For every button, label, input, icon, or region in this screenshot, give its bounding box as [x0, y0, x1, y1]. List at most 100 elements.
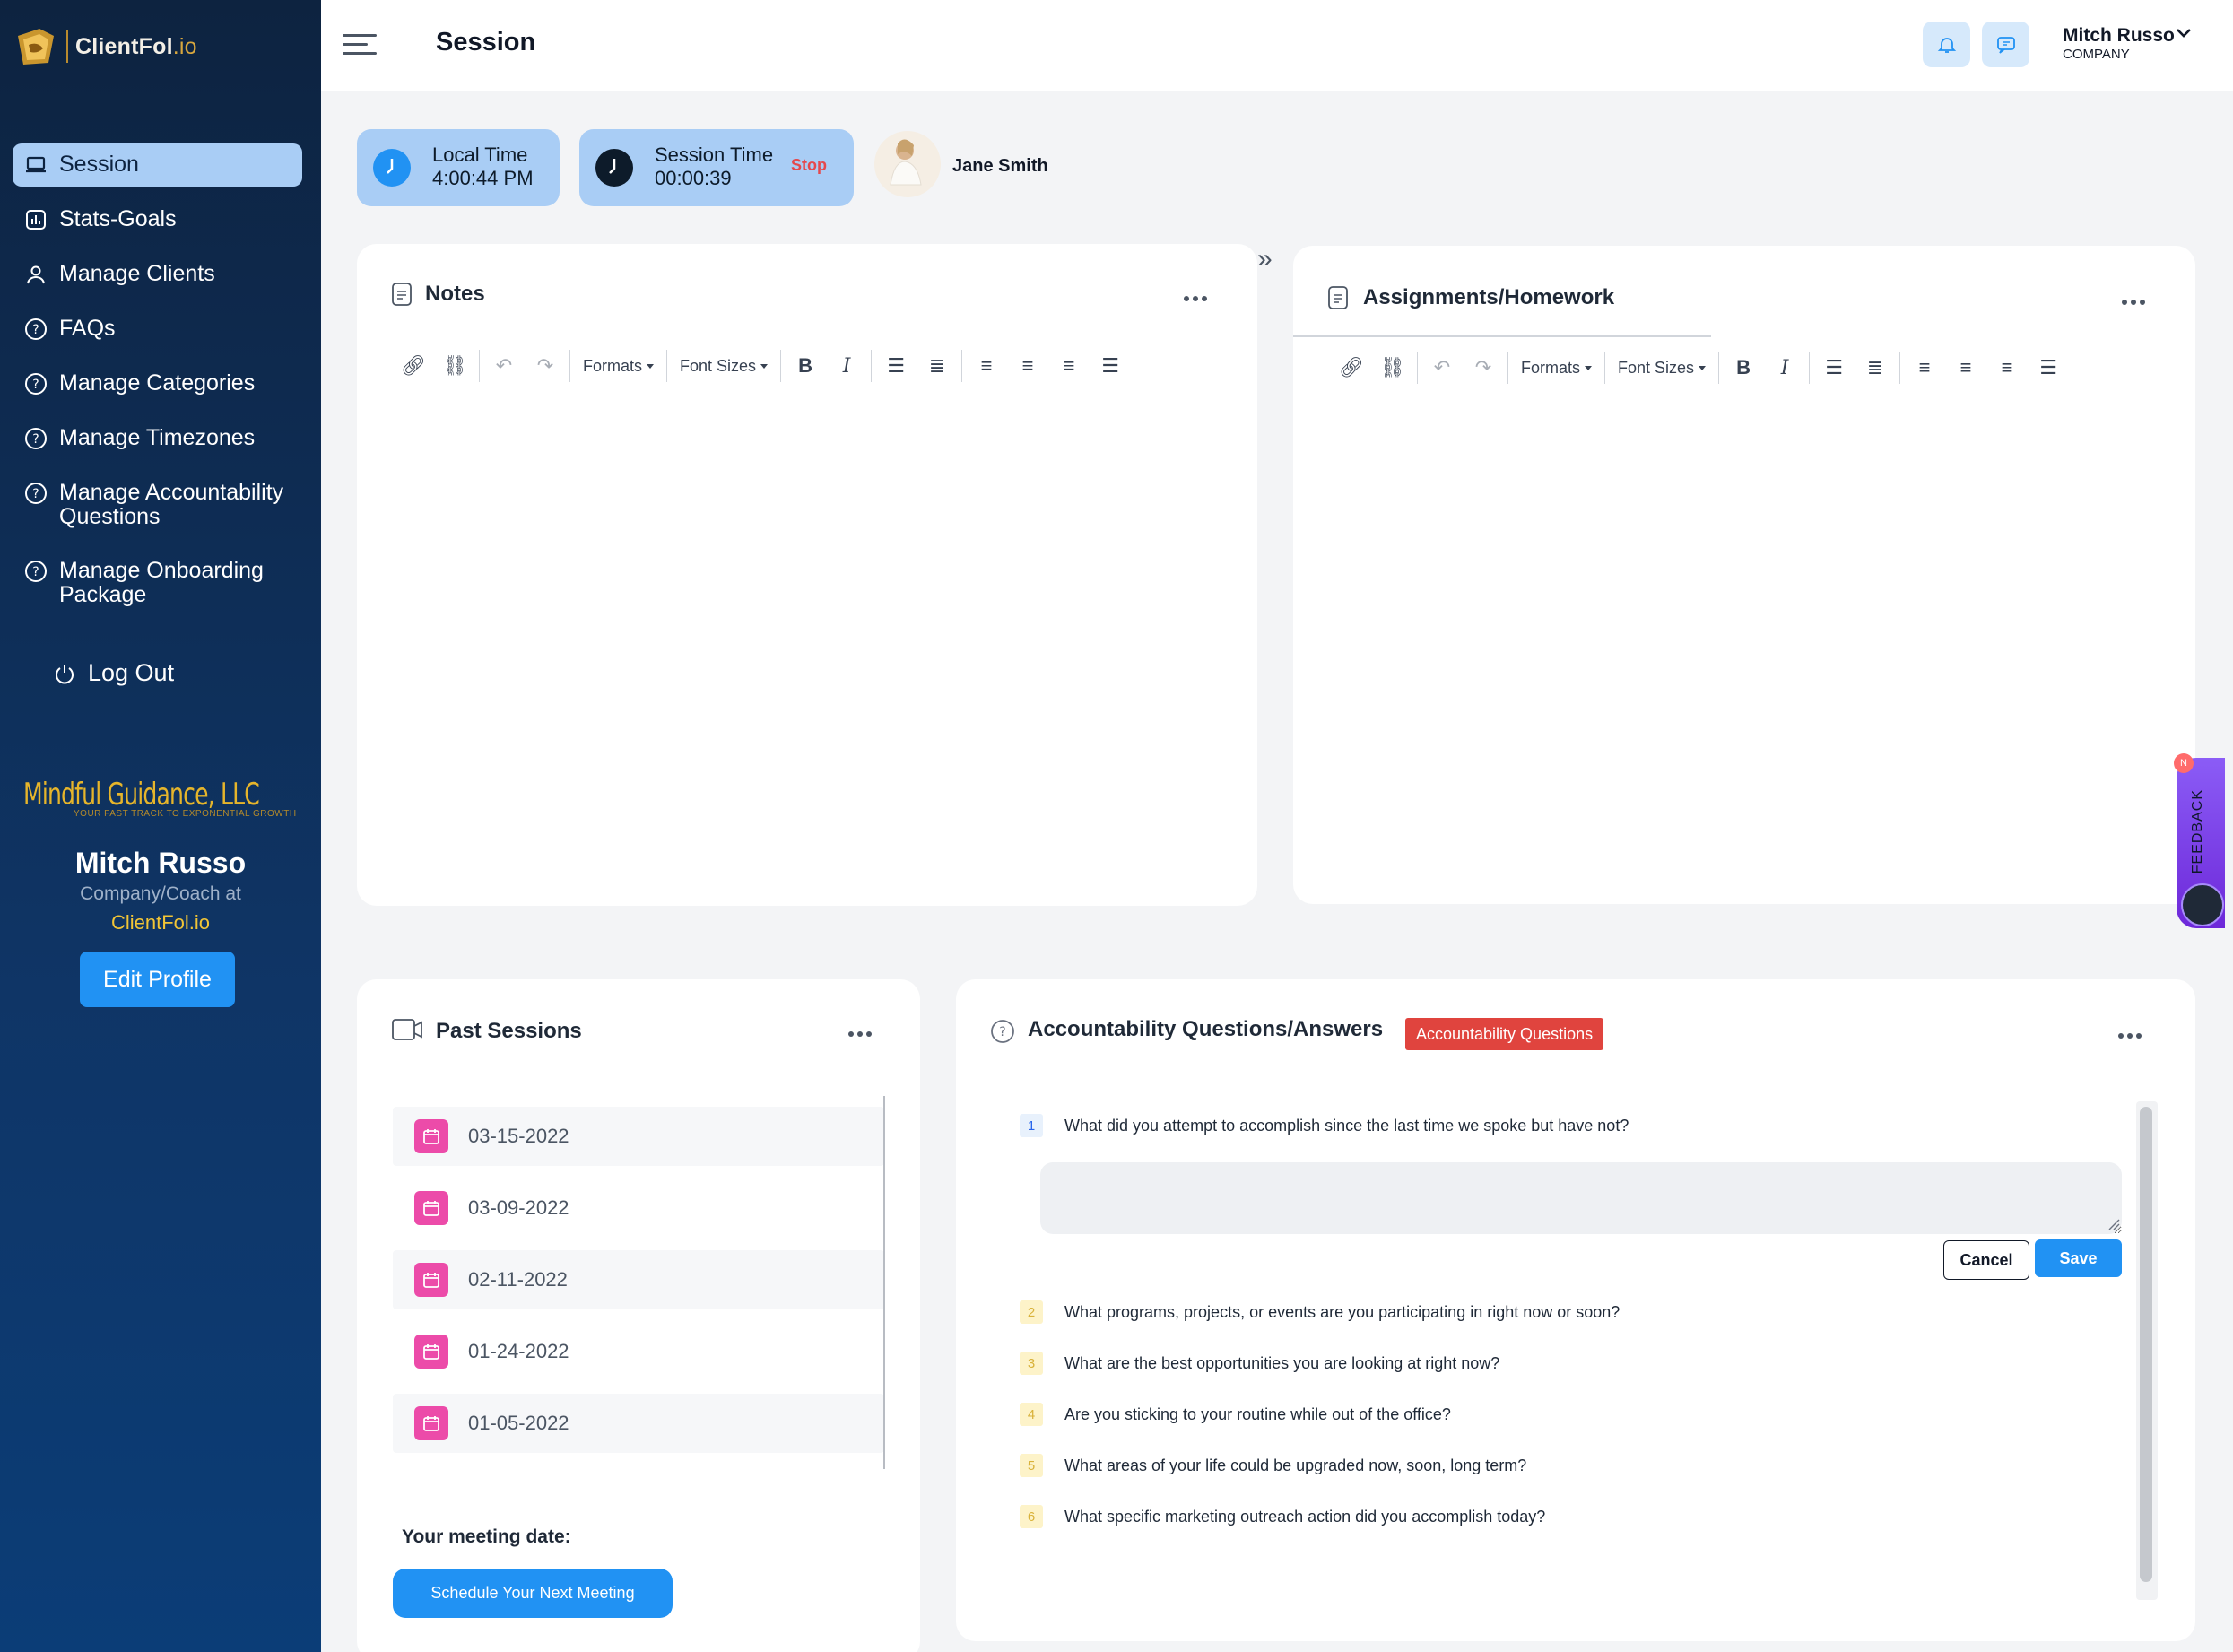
session-time-label: Session Time — [655, 143, 774, 166]
sidebar-item-manage-categories[interactable]: ? Manage Categories — [13, 362, 302, 405]
italic-button[interactable]: I — [826, 350, 867, 382]
assignments-editor-area[interactable] — [1331, 400, 2159, 866]
bold-button[interactable]: B — [785, 350, 826, 382]
accountability-more-icon[interactable] — [2118, 1033, 2142, 1039]
past-sessions-scrollbar[interactable] — [883, 1096, 885, 1469]
resize-handle-icon[interactable] — [2107, 1218, 2120, 1230]
client-avatar[interactable] — [874, 131, 941, 197]
bullet-list-icon[interactable]: ☰ — [1813, 352, 1855, 384]
session-row[interactable]: 03-09-2022 — [393, 1178, 884, 1238]
accountability-badge[interactable]: Accountability Questions — [1405, 1018, 1604, 1050]
question-text: What did you attempt to accomplish since… — [1064, 1116, 1629, 1135]
sidebar-item-label: Manage Timezones — [59, 425, 256, 450]
session-row[interactable]: 03-15-2022 — [393, 1107, 884, 1166]
logout-button[interactable]: Log Out — [13, 652, 302, 695]
org-name: Mindful Guidance, LLC — [23, 777, 260, 813]
svg-text:?: ? — [32, 432, 39, 447]
link-icon[interactable]: 🔗︎ — [1331, 352, 1372, 384]
notifications-button[interactable] — [1923, 22, 1970, 67]
bullet-list-icon[interactable]: ☰ — [875, 350, 917, 382]
align-left-icon[interactable]: ≡ — [966, 350, 1007, 382]
bold-button[interactable]: B — [1723, 352, 1764, 384]
sidebar-item-session[interactable]: Session — [13, 143, 302, 187]
toolbar-separator — [871, 350, 873, 382]
user-icon — [23, 262, 48, 287]
messages-button[interactable] — [1982, 22, 2029, 67]
local-time-label: Local Time — [432, 143, 528, 166]
assignments-editor-toolbar: 🔗︎ ⛓︎ ↶ ↷ Formats Font Sizes B I ☰ ≣ ≡ ≡… — [1331, 352, 2069, 384]
sidebar-item-label: Manage Categories — [59, 370, 256, 396]
undo-icon[interactable]: ↶ — [483, 350, 525, 382]
sidebar-item-manage-onboarding-package[interactable]: ? Manage Onboarding Package — [13, 550, 302, 616]
save-button[interactable]: Save — [2035, 1239, 2122, 1277]
double-chevron-right-icon[interactable]: » — [1257, 244, 1273, 274]
align-right-icon[interactable]: ≡ — [1048, 350, 1090, 382]
sidebar-item-label: Manage Onboarding Package — [59, 558, 264, 607]
schedule-meeting-button[interactable]: Schedule Your Next Meeting — [393, 1569, 673, 1618]
formats-dropdown[interactable]: Formats — [1512, 352, 1601, 384]
sidebar-item-manage-accountability-questions[interactable]: ? Manage Accountability Questions — [13, 472, 302, 538]
question-row[interactable]: 4 Are you sticking to your routine while… — [1020, 1403, 1451, 1426]
question-row[interactable]: 1 What did you attempt to accomplish sin… — [1020, 1114, 1629, 1137]
question-row[interactable]: 2 What programs, projects, or events are… — [1020, 1300, 1620, 1324]
profile-name: Mitch Russo — [74, 847, 247, 879]
notes-more-icon[interactable] — [1184, 296, 1207, 301]
svg-text:?: ? — [32, 487, 39, 501]
notes-editor-area[interactable] — [393, 398, 1221, 865]
user-name[interactable]: Mitch Russo — [2063, 25, 2175, 47]
formats-dropdown[interactable]: Formats — [574, 350, 663, 382]
question-number: 6 — [1020, 1505, 1043, 1528]
assignments-more-icon[interactable] — [2122, 300, 2145, 305]
sidebar-item-faqs[interactable]: ? FAQs — [13, 308, 302, 351]
sidebar-item-stats-goals[interactable]: Stats-Goals — [13, 198, 302, 241]
numbered-list-icon[interactable]: ≣ — [1855, 352, 1896, 384]
local-time-value: 4:00:44 PM — [432, 167, 534, 189]
question-row[interactable]: 6 What specific marketing outreach actio… — [1020, 1505, 1545, 1528]
font-sizes-dropdown[interactable]: Font Sizes — [671, 350, 777, 382]
italic-button[interactable]: I — [1764, 352, 1805, 384]
menu-toggle-icon[interactable] — [343, 34, 377, 59]
align-center-icon[interactable]: ≡ — [1945, 352, 1986, 384]
note-icon — [392, 283, 412, 306]
align-center-icon[interactable]: ≡ — [1007, 350, 1048, 382]
past-sessions-more-icon[interactable] — [848, 1031, 872, 1037]
align-justify-icon[interactable]: ☰ — [1090, 350, 1131, 382]
answer-input[interactable] — [1040, 1162, 2122, 1234]
toolbar-separator — [479, 350, 480, 382]
edit-profile-button[interactable]: Edit Profile — [80, 952, 235, 1007]
session-row[interactable]: 02-11-2022 — [393, 1250, 884, 1309]
undo-icon[interactable]: ↶ — [1421, 352, 1463, 384]
session-time-value: 00:00:39 — [655, 167, 732, 189]
redo-icon[interactable]: ↷ — [525, 350, 566, 382]
profile-org-link[interactable]: ClientFol.io — [0, 911, 321, 935]
font-sizes-dropdown[interactable]: Font Sizes — [1609, 352, 1715, 384]
unlink-icon[interactable]: ⛓︎ — [1372, 352, 1413, 384]
video-icon — [392, 1019, 422, 1040]
brand-logo[interactable]: ClientFol.io — [13, 22, 197, 72]
numbered-list-icon[interactable]: ≣ — [917, 350, 958, 382]
stop-session-button[interactable]: Stop — [791, 156, 827, 175]
sidebar-item-manage-timezones[interactable]: ? Manage Timezones — [13, 417, 302, 460]
question-text: What are the best opportunities you are … — [1064, 1353, 1500, 1372]
question-circle-icon: ? — [23, 559, 48, 584]
link-icon[interactable]: 🔗︎ — [393, 350, 434, 382]
align-justify-icon[interactable]: ☰ — [2028, 352, 2069, 384]
redo-icon[interactable]: ↷ — [1463, 352, 1504, 384]
sidebar-item-manage-clients[interactable]: Manage Clients — [13, 253, 302, 296]
toolbar-separator — [1507, 352, 1508, 384]
cancel-button[interactable]: Cancel — [1943, 1240, 2029, 1280]
accountability-scroll-thumb[interactable] — [2140, 1107, 2152, 1582]
feedback-label: FEEDBACK — [2190, 789, 2205, 874]
question-row[interactable]: 5 What areas of your life could be upgra… — [1020, 1454, 1526, 1477]
unlink-icon[interactable]: ⛓︎ — [434, 350, 475, 382]
notes-panel: Notes 🔗︎ ⛓︎ ↶ ↷ Formats Font Sizes B I ☰… — [357, 244, 1257, 906]
session-row[interactable]: 01-24-2022 — [393, 1322, 884, 1381]
align-right-icon[interactable]: ≡ — [1986, 352, 2028, 384]
logout-label: Log Out — [88, 659, 175, 686]
feedback-avatar[interactable] — [2181, 883, 2224, 926]
align-left-icon[interactable]: ≡ — [1904, 352, 1945, 384]
session-row[interactable]: 01-05-2022 — [393, 1394, 884, 1453]
org-tagline: YOUR FAST TRACK TO EXPONENTIAL GROWTH — [74, 809, 297, 819]
chevron-down-icon[interactable] — [2174, 23, 2194, 43]
question-row[interactable]: 3 What are the best opportunities you ar… — [1020, 1352, 1499, 1375]
